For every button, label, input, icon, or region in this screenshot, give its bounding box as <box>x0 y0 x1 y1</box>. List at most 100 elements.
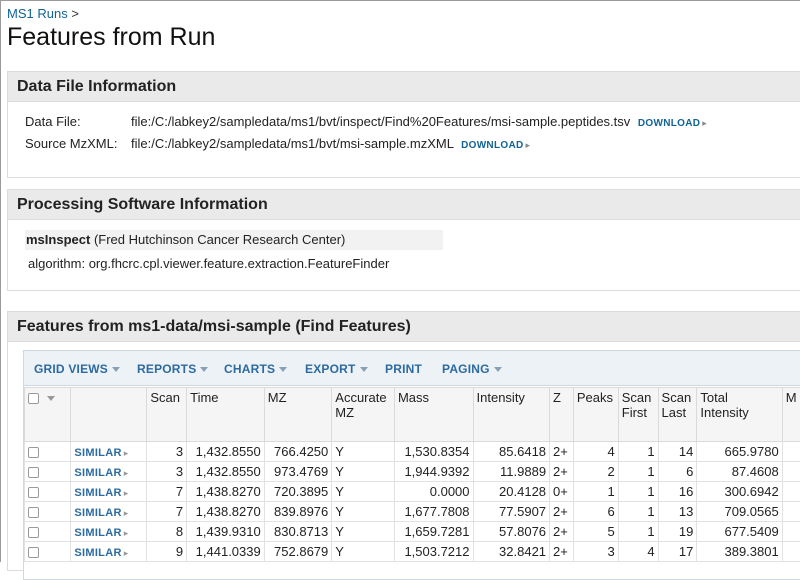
grid-toolbar: GRID VIEWS REPORTS CHARTS EXPORT PRINT P… <box>24 351 800 386</box>
column-header-total-intensity[interactable]: TotalIntensity <box>697 388 782 442</box>
cell-z: 2+ <box>550 462 574 482</box>
similar-cell[interactable]: SIMILAR▸ <box>71 542 147 562</box>
row-select-cell[interactable] <box>25 502 71 522</box>
similar-link[interactable]: SIMILAR▸ <box>74 487 128 499</box>
row-select-cell[interactable] <box>25 522 71 542</box>
cell-amz: Y <box>332 482 395 502</box>
column-header-time-label: Time <box>190 390 218 405</box>
caret-down-icon <box>200 367 208 372</box>
cell-z: 2+ <box>550 542 574 562</box>
breadcrumb-ms1-runs-link[interactable]: MS1 Runs <box>7 6 68 21</box>
similar-link-label: SIMILAR <box>74 467 121 479</box>
caret-down-icon <box>360 367 368 372</box>
cell-intensity: 11.9889 <box>473 462 550 482</box>
source-mzxml-download-link[interactable]: DOWNLOAD▸ <box>461 140 530 151</box>
cell-mz: 766.4250 <box>264 442 332 462</box>
table-body: SIMILAR▸31,432.8550766.4250Y1,530.835485… <box>25 442 800 562</box>
similar-link[interactable]: SIMILAR▸ <box>74 527 128 539</box>
cell-extra <box>782 482 800 502</box>
software-panel-title: Processing Software Information <box>8 190 800 220</box>
cell-intensity: 77.5907 <box>473 502 550 522</box>
column-header-scan[interactable]: Scan <box>147 388 187 442</box>
cell-time: 1,441.0339 <box>187 542 265 562</box>
source-mzxml-value: file:/C:/labkey2/sampledata/ms1/bvt/msi-… <box>131 136 453 151</box>
row-checkbox[interactable] <box>28 487 39 498</box>
chevron-right-icon: ▸ <box>124 528 129 538</box>
chevron-right-icon: ▸ <box>124 448 129 458</box>
caret-down-icon <box>494 367 502 372</box>
similar-link[interactable]: SIMILAR▸ <box>74 447 128 459</box>
print-label: PRINT <box>385 362 422 376</box>
features-panel-title: Features from ms1-data/msi-sample (Find … <box>8 312 800 342</box>
similar-link-label: SIMILAR <box>74 447 121 459</box>
reports-menu[interactable]: REPORTS <box>137 362 208 376</box>
row-checkbox[interactable] <box>28 467 39 478</box>
column-header-mz[interactable]: MZ <box>264 388 332 442</box>
row-select-cell[interactable] <box>25 482 71 502</box>
cell-first: 1 <box>618 502 658 522</box>
select-all-header[interactable] <box>25 388 71 442</box>
data-file-download-link[interactable]: DOWNLOAD▸ <box>638 118 707 129</box>
export-menu[interactable]: EXPORT <box>305 362 368 376</box>
source-mzxml-label: Source MzXML: <box>25 136 131 151</box>
select-all-checkbox[interactable] <box>28 393 39 404</box>
column-header-z[interactable]: Z <box>550 388 574 442</box>
similar-link-label: SIMILAR <box>74 487 121 499</box>
column-header-scan-first[interactable]: ScanFirst <box>618 388 658 442</box>
column-header-mass[interactable]: Mass <box>394 388 473 442</box>
column-header-scan-last-line1: Scan <box>662 390 692 405</box>
row-checkbox[interactable] <box>28 527 39 538</box>
caret-down-icon[interactable] <box>47 396 55 401</box>
chevron-right-icon: ▸ <box>124 468 129 478</box>
column-header-peaks-label: Peaks <box>577 390 613 405</box>
row-checkbox[interactable] <box>28 507 39 518</box>
print-button[interactable]: PRINT <box>385 362 422 376</box>
column-header-intensity[interactable]: Intensity <box>473 388 550 442</box>
table-row: SIMILAR▸91,441.0339752.8679Y1,503.721232… <box>25 542 800 562</box>
similar-cell[interactable]: SIMILAR▸ <box>71 462 147 482</box>
cell-mass: 1,677.7808 <box>394 502 473 522</box>
column-header-scan-last[interactable]: ScanLast <box>658 388 697 442</box>
cell-amz: Y <box>332 522 395 542</box>
column-header-time[interactable]: Time <box>187 388 265 442</box>
cell-extra <box>782 522 800 542</box>
similar-cell[interactable]: SIMILAR▸ <box>71 502 147 522</box>
similar-cell[interactable]: SIMILAR▸ <box>71 522 147 542</box>
charts-menu[interactable]: CHARTS <box>224 362 287 376</box>
cell-amz: Y <box>332 502 395 522</box>
cell-last: 6 <box>658 462 697 482</box>
grid-views-label: GRID VIEWS <box>34 362 108 376</box>
column-header-scan-last-line2: Last <box>662 405 687 420</box>
similar-cell[interactable]: SIMILAR▸ <box>71 442 147 462</box>
cell-intensity: 20.4128 <box>473 482 550 502</box>
column-header-peaks[interactable]: Peaks <box>573 388 618 442</box>
column-header-scan-first-line1: Scan <box>622 390 652 405</box>
grid-views-menu[interactable]: GRID VIEWS <box>34 362 120 376</box>
cell-mz: 839.8976 <box>264 502 332 522</box>
similar-link[interactable]: SIMILAR▸ <box>74 467 128 479</box>
cell-peaks: 2 <box>573 462 618 482</box>
chevron-right-icon: ▸ <box>702 118 707 128</box>
similar-link[interactable]: SIMILAR▸ <box>74 547 128 559</box>
row-checkbox[interactable] <box>28 547 39 558</box>
breadcrumb-separator: > <box>71 6 79 21</box>
cell-z: 0+ <box>550 482 574 502</box>
similar-link[interactable]: SIMILAR▸ <box>74 507 128 519</box>
row-select-cell[interactable] <box>25 442 71 462</box>
column-header-extra[interactable]: M <box>782 388 800 442</box>
cell-peaks: 4 <box>573 442 618 462</box>
row-select-cell[interactable] <box>25 462 71 482</box>
column-header-accurate-mz[interactable]: AccurateMZ <box>332 388 395 442</box>
similar-link-label: SIMILAR <box>74 527 121 539</box>
similar-cell[interactable]: SIMILAR▸ <box>71 482 147 502</box>
source-mzxml-download-label: DOWNLOAD <box>461 140 523 151</box>
row-select-cell[interactable] <box>25 542 71 562</box>
column-header-scan-label: Scan <box>150 390 180 405</box>
paging-menu[interactable]: PAGING <box>442 362 502 376</box>
cell-z: 2+ <box>550 502 574 522</box>
cell-time: 1,438.8270 <box>187 502 265 522</box>
row-checkbox[interactable] <box>28 447 39 458</box>
breadcrumb: MS1 Runs > <box>7 6 79 21</box>
charts-label: CHARTS <box>224 362 275 376</box>
cell-scan: 3 <box>147 462 187 482</box>
